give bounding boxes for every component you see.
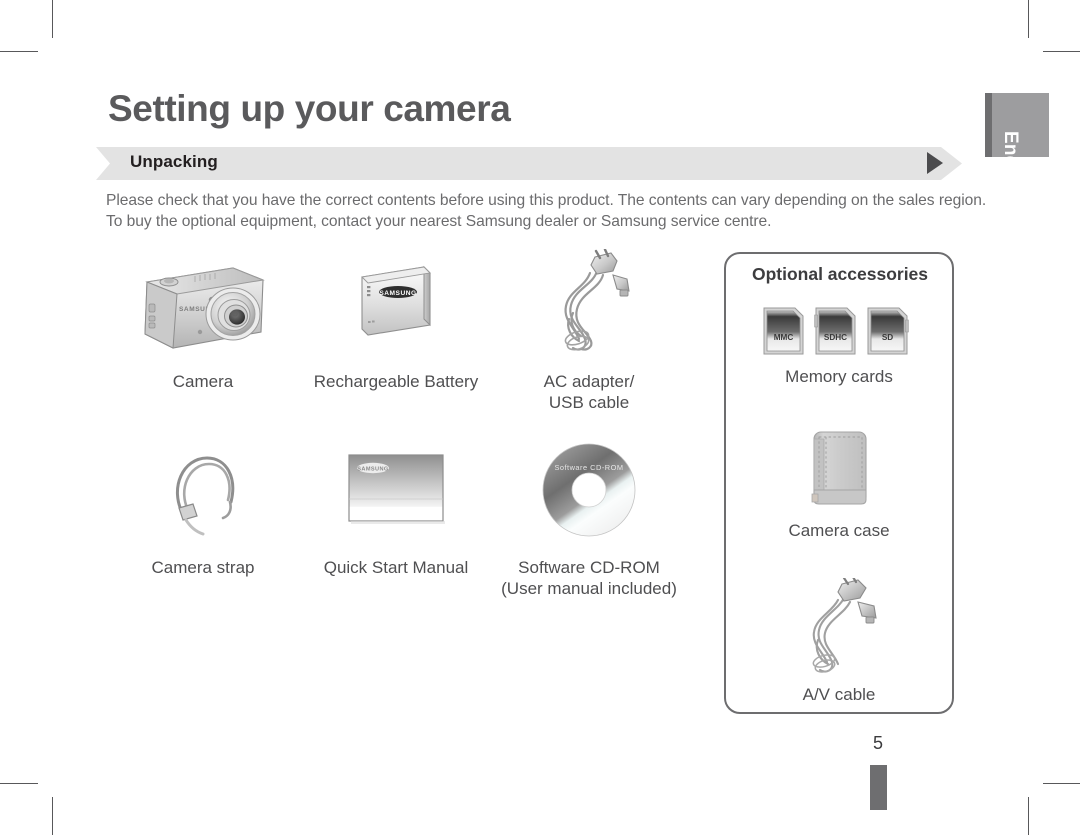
page-title: Setting up your camera xyxy=(108,88,511,129)
item-caption-sub: USB cable xyxy=(548,393,630,412)
cable-icon xyxy=(541,245,637,363)
language-tab-label: English xyxy=(1000,130,1021,201)
item-software-cd-rom: Software CD-ROM Software CD-ROM (User ma… xyxy=(494,431,684,599)
included-items-row-2: Camera strap SAMSUNG Quick Start Manual … xyxy=(108,431,708,599)
item-quick-start-manual: SAMSUNG Quick Start Manual xyxy=(301,431,491,599)
svg-text:SAMSUNG: SAMSUNG xyxy=(379,290,416,297)
cd-disc-icon: Software CD-ROM xyxy=(536,431,642,549)
item-caption: Software CD-ROM (User manual included) xyxy=(501,557,677,599)
item-caption-main: Camera strap xyxy=(151,558,255,577)
cd-label-text: Software CD-ROM xyxy=(554,463,623,472)
item-caption: AC adapter/ USB cable xyxy=(544,371,635,413)
item-camera-strap: Camera strap xyxy=(108,431,298,599)
item-caption-sub: (User manual included) xyxy=(501,579,677,598)
item-rechargeable-battery: SAMSUNG Rechargeable Battery xyxy=(301,245,491,413)
optional-item-camera-case: Camera case xyxy=(726,428,952,541)
included-items-row-1: SAMSUNG Camera SAMSUNG Rechargeable Batt… xyxy=(108,245,708,413)
svg-text:SD: SD xyxy=(882,333,893,342)
camera-icon: SAMSUNG xyxy=(137,245,269,363)
svg-text:SAMSUNG: SAMSUNG xyxy=(357,467,388,473)
optional-item-caption: Memory cards xyxy=(785,367,893,386)
optional-item-caption: A/V cable xyxy=(802,685,876,704)
item-caption: Camera strap xyxy=(152,557,255,578)
item-caption: Quick Start Manual xyxy=(324,557,469,578)
item-ac-adapter-usb-cable: AC adapter/ USB cable xyxy=(494,245,684,413)
svg-text:SDHC: SDHC xyxy=(824,333,847,342)
battery-icon: SAMSUNG xyxy=(350,245,442,363)
manual-page: Setting up your camera Unpacking Please … xyxy=(0,0,1080,835)
optional-item-memory-cards: MMC SDHC SD Memory cards xyxy=(726,302,952,387)
item-caption: Rechargeable Battery xyxy=(314,371,478,392)
optional-accessories-title: Optional accessories xyxy=(751,264,929,284)
page-marker-bar xyxy=(870,765,887,810)
item-caption-main: Quick Start Manual xyxy=(323,558,469,577)
optional-item-caption: Camera case xyxy=(788,521,890,540)
memory-card-icon: MMC SDHC SD xyxy=(759,302,919,360)
item-caption-main: AC adapter/ xyxy=(543,372,635,391)
included-items-grid: SAMSUNG Camera SAMSUNG Rechargeable Batt… xyxy=(108,245,708,599)
section-ribbon xyxy=(96,147,962,180)
intro-line-2: To buy the optional equipment, contact y… xyxy=(106,213,772,230)
item-caption-main: Camera xyxy=(172,372,234,391)
item-caption-main: Software CD-ROM xyxy=(518,558,660,577)
intro-paragraph: Please check that you have the correct c… xyxy=(106,190,987,232)
camera-case-icon xyxy=(800,428,878,514)
item-camera: SAMSUNG Camera xyxy=(108,245,298,413)
intro-line-1: Please check that you have the correct c… xyxy=(106,192,987,209)
page-number: 5 xyxy=(872,733,883,753)
optional-item-av-cable: A/V cable xyxy=(726,578,952,705)
svg-text:MMC: MMC xyxy=(774,333,794,342)
item-caption-main: Rechargeable Battery xyxy=(313,372,479,391)
av-cable-icon xyxy=(794,578,884,678)
manual-book-icon: SAMSUNG xyxy=(343,431,449,549)
section-title: Unpacking xyxy=(130,152,218,171)
item-caption: Camera xyxy=(173,371,233,392)
camera-strap-icon xyxy=(153,431,253,549)
play-triangle-icon xyxy=(927,152,943,174)
